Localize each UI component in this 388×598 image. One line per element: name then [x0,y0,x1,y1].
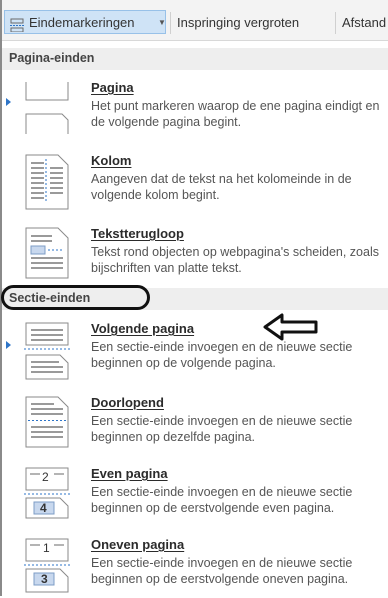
item-title: Oneven pagina [91,537,185,552]
menu-item-odd-page[interactable]: 1 3 Oneven pagina Een sectie-einde invoe… [2,537,388,595]
even-page-icon: 2 4 [22,466,72,525]
item-description: Een sectie-einde invoegen en de nieuwe s… [91,556,353,586]
column-break-icon [22,153,72,216]
item-title: Kolom [91,153,132,168]
menu-item-continuous[interactable]: Doorlopend Een sectie-einde invoegen en … [2,395,388,455]
item-title: Tekstterugloop [91,226,184,241]
odd-page-number: 3 [41,572,48,586]
menu-item-column-break[interactable]: Kolom Aangeven dat de tekst na het kolom… [2,153,388,213]
even-page-number: 2 [42,470,49,484]
breaks-dropdown-button[interactable]: Eindemarkeringen ▼ [4,10,166,34]
item-description: Een sectie-einde invoegen en de nieuwe s… [91,414,353,444]
selection-marker-icon [6,98,11,106]
odd-page-icon: 1 3 [22,537,72,598]
arrow-left-annotation-icon [262,312,320,347]
item-title: Volgende pagina [91,321,195,336]
breaks-label: Eindemarkeringen [29,15,135,30]
text-wrapping-icon [22,226,72,285]
page-break-icon [22,80,72,141]
item-title: Even pagina [91,466,168,481]
selection-marker-icon [6,341,11,349]
toolbar-divider [170,12,171,34]
chevron-down-icon: ▼ [158,18,166,27]
page-breaks-header: Pagina-einden [2,48,388,70]
item-description: Aangeven dat de tekst na het kolomeinde … [91,172,352,202]
item-description: Tekst rond objecten op webpagina's schei… [91,245,379,275]
increase-indent-button[interactable]: Inspringing vergroten [177,11,299,35]
item-title: Pagina [91,80,134,95]
spacing-button[interactable]: Afstand [342,11,386,35]
breaks-icon [10,16,24,40]
menu-item-even-page[interactable]: 2 4 Even pagina Een sectie-einde invoege… [2,466,388,526]
item-description: Een sectie-einde invoegen en de nieuwe s… [91,340,353,370]
even-page-number: 4 [40,501,47,515]
ribbon-toolbar: Eindemarkeringen ▼ Inspringing vergroten… [2,0,388,41]
item-description: Een sectie-einde invoegen en de nieuwe s… [91,485,353,515]
menu-item-text-wrapping[interactable]: Tekstterugloop Tekst rond objecten op we… [2,226,388,286]
next-page-icon [22,321,72,386]
menu-item-next-page[interactable]: Volgende pagina Een sectie-einde invoege… [2,321,388,383]
continuous-icon [22,395,72,454]
toolbar-divider [335,12,336,34]
item-description: Het punt markeren waarop de ene pagina e… [91,99,380,129]
annotation-oval [1,285,150,310]
odd-page-number: 1 [43,541,50,555]
menu-item-page-break[interactable]: Pagina Het punt markeren waarop de ene p… [2,80,388,140]
item-title: Doorlopend [91,395,164,410]
